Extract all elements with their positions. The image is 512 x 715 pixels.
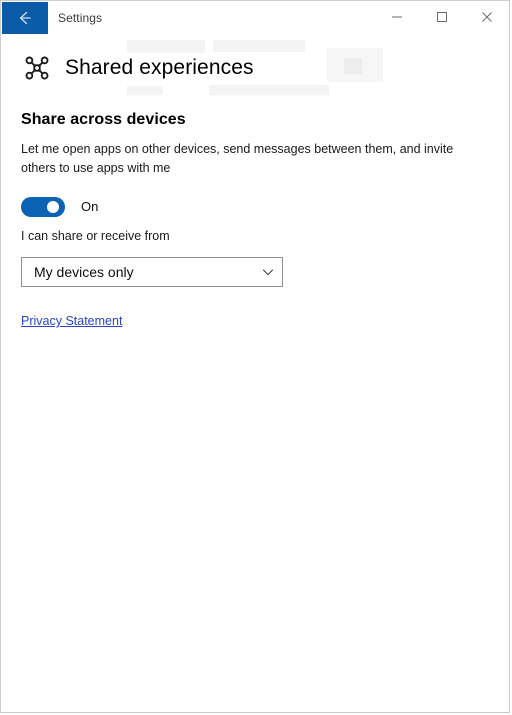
back-arrow-icon xyxy=(15,8,35,28)
device-scope-dropdown[interactable]: My devices only xyxy=(21,257,283,287)
section-description: Let me open apps on other devices, send … xyxy=(21,142,454,175)
share-across-devices-toggle[interactable] xyxy=(21,197,65,217)
settings-page-content: Shared experiences Share across devices … xyxy=(1,48,509,330)
chevron-down-icon xyxy=(254,265,282,279)
device-scope-selected-value: My devices only xyxy=(34,264,134,280)
window-controls xyxy=(374,2,509,32)
privacy-statement-link[interactable]: Privacy Statement xyxy=(21,312,122,330)
close-button[interactable] xyxy=(464,2,509,32)
device-scope-label: I can share or receive from xyxy=(21,229,170,243)
toggle-state-label: On xyxy=(81,199,99,214)
section-heading: Share across devices xyxy=(21,111,186,128)
back-button[interactable] xyxy=(2,2,48,34)
maximize-button[interactable] xyxy=(419,2,464,32)
settings-window: Settings Shared experiences Share across… xyxy=(0,0,510,713)
maximize-icon xyxy=(436,11,448,23)
page-title: Shared experiences xyxy=(65,56,254,79)
toggle-knob xyxy=(47,201,59,213)
shared-experiences-icon xyxy=(21,52,53,84)
window-title: Settings xyxy=(58,11,103,25)
page-header: Shared experiences xyxy=(21,48,489,88)
share-across-devices-toggle-row: On xyxy=(21,197,489,217)
close-icon xyxy=(481,11,493,23)
title-bar: Settings xyxy=(1,0,509,36)
minimize-icon xyxy=(391,11,403,23)
minimize-button[interactable] xyxy=(374,2,419,32)
